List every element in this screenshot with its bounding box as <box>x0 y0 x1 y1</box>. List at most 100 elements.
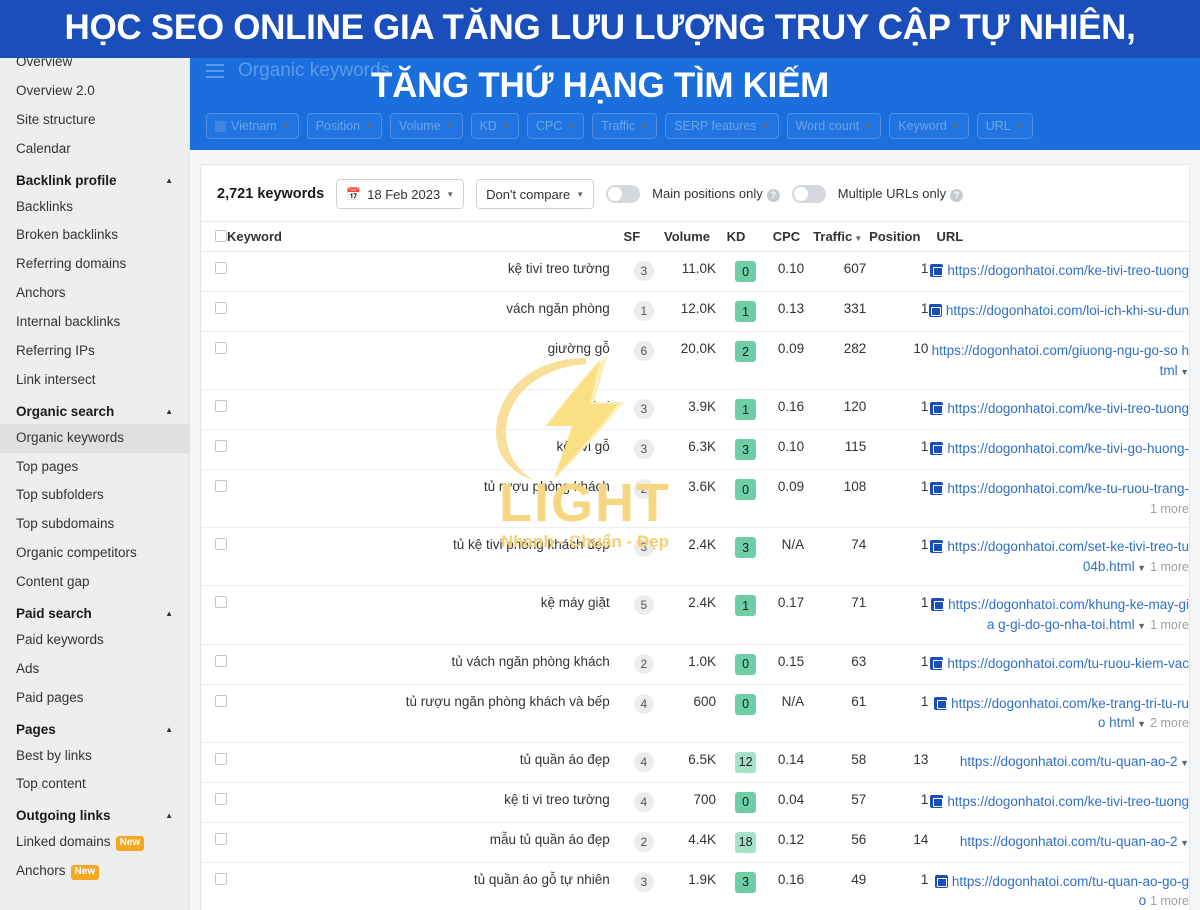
sidebar-section-organic-search[interactable]: Organic search ▲ <box>0 395 189 424</box>
url-link[interactable]: https://dogonhatoi.com/ke-tu-ruou-trang- <box>947 481 1189 496</box>
cell-keyword[interactable]: vách ngăn phòng <box>227 291 610 332</box>
sidebar-item-top-content[interactable]: Top content <box>0 770 189 799</box>
table-row[interactable]: tủ rượu ngăn phòng khách và bếp 4 600 0 N/A 6… <box>201 684 1189 743</box>
sidebar-section-pages[interactable]: Pages ▲ <box>0 713 189 742</box>
url-link[interactable]: https://dogonhatoi.com/ke-tivi-treo-tuon… <box>947 401 1189 416</box>
sidebar-item-linked-domains[interactable]: Linked domains New <box>0 828 189 857</box>
filter-keyword[interactable]: Keyword ▼ <box>889 113 969 139</box>
cell-url[interactable]: https://dogonhatoi.com/loi-ich-khi-su-du… <box>928 291 1189 332</box>
sidebar-item-paid-keywords[interactable]: Paid keywords <box>0 626 189 655</box>
cell-url[interactable]: https://dogonhatoi.com/khung-ke-may-gia … <box>928 585 1189 645</box>
cell-keyword[interactable]: tủ kệ tivi phòng khách đẹp <box>227 527 610 587</box>
row-checkbox[interactable] <box>215 480 228 493</box>
table-row[interactable]: kệ ti vi 3 3.9K 1 0.16 120 1 https://dogonhatoi… <box>201 389 1189 431</box>
cell-url[interactable]: https://dogonhatoi.com/tu-quan-ao-2 ▼ <box>928 822 1189 863</box>
cell-url[interactable]: https://dogonhatoi.com/set-ke-tivi-treo-… <box>928 527 1189 587</box>
sidebar-item-site-structure[interactable]: Site structure <box>0 106 189 135</box>
row-checkbox[interactable] <box>215 400 228 413</box>
table-row[interactable]: kệ tivi treo tường 3 11.0K 0 0.10 607 1 https:/… <box>201 251 1189 292</box>
cell-keyword[interactable]: kệ máy giặt <box>227 585 610 645</box>
table-row[interactable]: giường gỗ 6 20.0K 2 0.09 282 10 https://dogonha… <box>201 331 1189 391</box>
help-icon[interactable]: ? <box>766 189 780 202</box>
sidebar-section-outgoing-links[interactable]: Outgoing links ▲ <box>0 799 189 828</box>
row-checkbox[interactable] <box>215 792 228 805</box>
sidebar-item-referring-ips[interactable]: Referring IPs <box>0 337 189 366</box>
column-keyword[interactable]: Keyword <box>227 221 610 252</box>
sidebar-item-paid-pages[interactable]: Paid pages <box>0 684 189 713</box>
table-row[interactable]: kệ tivi gỗ 3 6.3K 3 0.10 115 1 https://dogonhat… <box>201 429 1189 471</box>
date-picker-button[interactable]: 📅 18 Feb 2023 ▼ <box>336 179 465 209</box>
sidebar-item-overview-2[interactable]: Overview 2.0 <box>0 77 189 106</box>
chevron-down-icon[interactable]: ▼ <box>1178 758 1189 768</box>
cell-keyword[interactable]: kệ tivi gỗ <box>227 429 610 471</box>
table-row[interactable]: tủ quần áo gỗ tự nhiên 3 1.9K 3 0.16 49 1 https… <box>201 862 1189 910</box>
sidebar-item-best-by-links[interactable]: Best by links <box>0 742 189 771</box>
main-positions-toggle[interactable] <box>606 185 641 203</box>
row-checkbox[interactable] <box>215 538 228 551</box>
nav-site-audit[interactable]: Site Audit <box>400 13 457 28</box>
table-row[interactable]: tủ quần áo đẹp 4 6.5K 12 0.14 58 13 https://dog… <box>201 742 1189 783</box>
filter-kd[interactable]: KD ▼ <box>470 113 519 139</box>
nav-rank-tracker[interactable]: Rank Tracker <box>475 13 555 28</box>
chevron-down-icon[interactable]: ▼ <box>1178 838 1189 848</box>
url-link[interactable]: https://dogonhatoi.com/tu-quan-ao-2 <box>960 754 1178 769</box>
url-link[interactable]: https://dogonhatoi.com/ke-tivi-treo-tuon… <box>947 263 1189 278</box>
row-checkbox-cell[interactable] <box>201 742 228 783</box>
hamburger-icon[interactable] <box>206 64 224 78</box>
row-checkbox-cell[interactable] <box>201 331 228 391</box>
help-icon[interactable]: ? <box>950 189 964 202</box>
column-volume[interactable]: Volume <box>653 221 717 252</box>
multiple-urls-toggle[interactable] <box>791 185 826 203</box>
cell-keyword[interactable]: tủ vách ngăn phòng khách <box>227 644 610 685</box>
cell-url[interactable]: https://dogonhatoi.com/tu-quan-ao-go-go 1… <box>928 862 1189 910</box>
sidebar-item-backlinks[interactable]: Backlinks <box>0 193 189 222</box>
cell-keyword[interactable]: mẫu tủ quần áo đẹp <box>227 822 610 863</box>
row-checkbox-cell[interactable] <box>201 782 228 823</box>
table-row[interactable]: vách ngăn phòng 1 12.0K 1 0.13 331 1 https://do… <box>201 291 1189 332</box>
row-checkbox[interactable] <box>215 302 228 314</box>
filter-serp-features[interactable]: SERP features ▼ <box>665 113 779 139</box>
table-row[interactable]: tủ vách ngăn phòng khách 2 1.0K 0 0.15 63 1 htt… <box>201 644 1189 685</box>
cell-keyword[interactable]: tủ rượu ngăn phòng khách và bếp <box>227 684 610 743</box>
url-link[interactable]: https://dogonhatoi.com/ke-tivi-go-huong- <box>947 441 1189 456</box>
row-checkbox[interactable] <box>215 440 228 453</box>
row-checkbox-cell[interactable] <box>201 291 228 332</box>
more-urls-link[interactable]: 1 more <box>1150 560 1189 574</box>
row-checkbox-cell[interactable] <box>201 527 228 587</box>
table-row[interactable]: tủ rượu phòng khách 2 3.6K 0 0.09 108 1 https:/… <box>201 469 1189 529</box>
row-checkbox-cell[interactable] <box>201 684 228 743</box>
filter-cpc[interactable]: CPC ▼ <box>526 113 585 139</box>
row-checkbox-cell[interactable] <box>201 251 228 292</box>
filter-position[interactable]: Position ▼ <box>306 113 382 139</box>
cell-url[interactable]: https://dogonhatoi.com/ke-tivi-treo-tuon… <box>928 389 1189 431</box>
url-link[interactable]: https://dogonhatoi.com/tu-quan-ao-2 <box>960 834 1178 849</box>
more-urls-link[interactable]: 1 more <box>1150 502 1189 516</box>
sidebar-section-paid-search[interactable]: Paid search ▲ <box>0 597 189 626</box>
sidebar-item-broken-backlinks[interactable]: Broken backlinks <box>0 221 189 250</box>
cell-keyword[interactable]: tủ quần áo đẹp <box>227 742 610 783</box>
row-checkbox-cell[interactable] <box>201 429 228 471</box>
row-checkbox[interactable] <box>215 752 228 765</box>
more-urls-link[interactable]: 1 more <box>1150 894 1189 908</box>
filter-word-count[interactable]: Word count ▼ <box>786 113 882 139</box>
cell-keyword[interactable]: kệ ti vi treo tường <box>227 782 610 823</box>
sidebar-item-top-subfolders[interactable]: Top subfolders <box>0 481 189 510</box>
url-link[interactable]: https://dogonhatoi.com/tu-ruou-kiem-vac <box>947 656 1189 671</box>
row-checkbox[interactable] <box>215 832 228 845</box>
table-row[interactable]: kệ ti vi treo tường 4 700 0 0.04 57 1 https://d… <box>201 782 1189 823</box>
row-checkbox-cell[interactable] <box>201 469 228 529</box>
cell-url[interactable]: https://dogonhatoi.com/tu-ruou-kiem-vac <box>928 644 1189 685</box>
cell-keyword[interactable]: kệ tivi treo tường <box>227 251 610 292</box>
row-checkbox-cell[interactable] <box>201 389 228 431</box>
sidebar-item-content-gap[interactable]: Content gap <box>0 568 189 597</box>
chevron-down-icon[interactable]: ▼ <box>1135 621 1146 631</box>
filter-url[interactable]: URL ▼ <box>976 113 1033 139</box>
more-urls-link[interactable]: 2 more <box>1150 716 1189 730</box>
filter-volume[interactable]: Volume ▼ <box>389 113 463 139</box>
cell-keyword[interactable]: giường gỗ <box>227 331 610 391</box>
column-sf[interactable]: SF <box>609 221 654 252</box>
nav-dashboard[interactable]: Dashboard <box>89 13 155 28</box>
cell-keyword[interactable]: tủ quần áo gỗ tự nhiên <box>227 862 610 910</box>
url-link[interactable]: https://dogonhatoi.com/giuong-ngu-go-so … <box>932 343 1189 378</box>
nav-keywords-explorer[interactable]: Keywords Explorer <box>268 13 381 28</box>
